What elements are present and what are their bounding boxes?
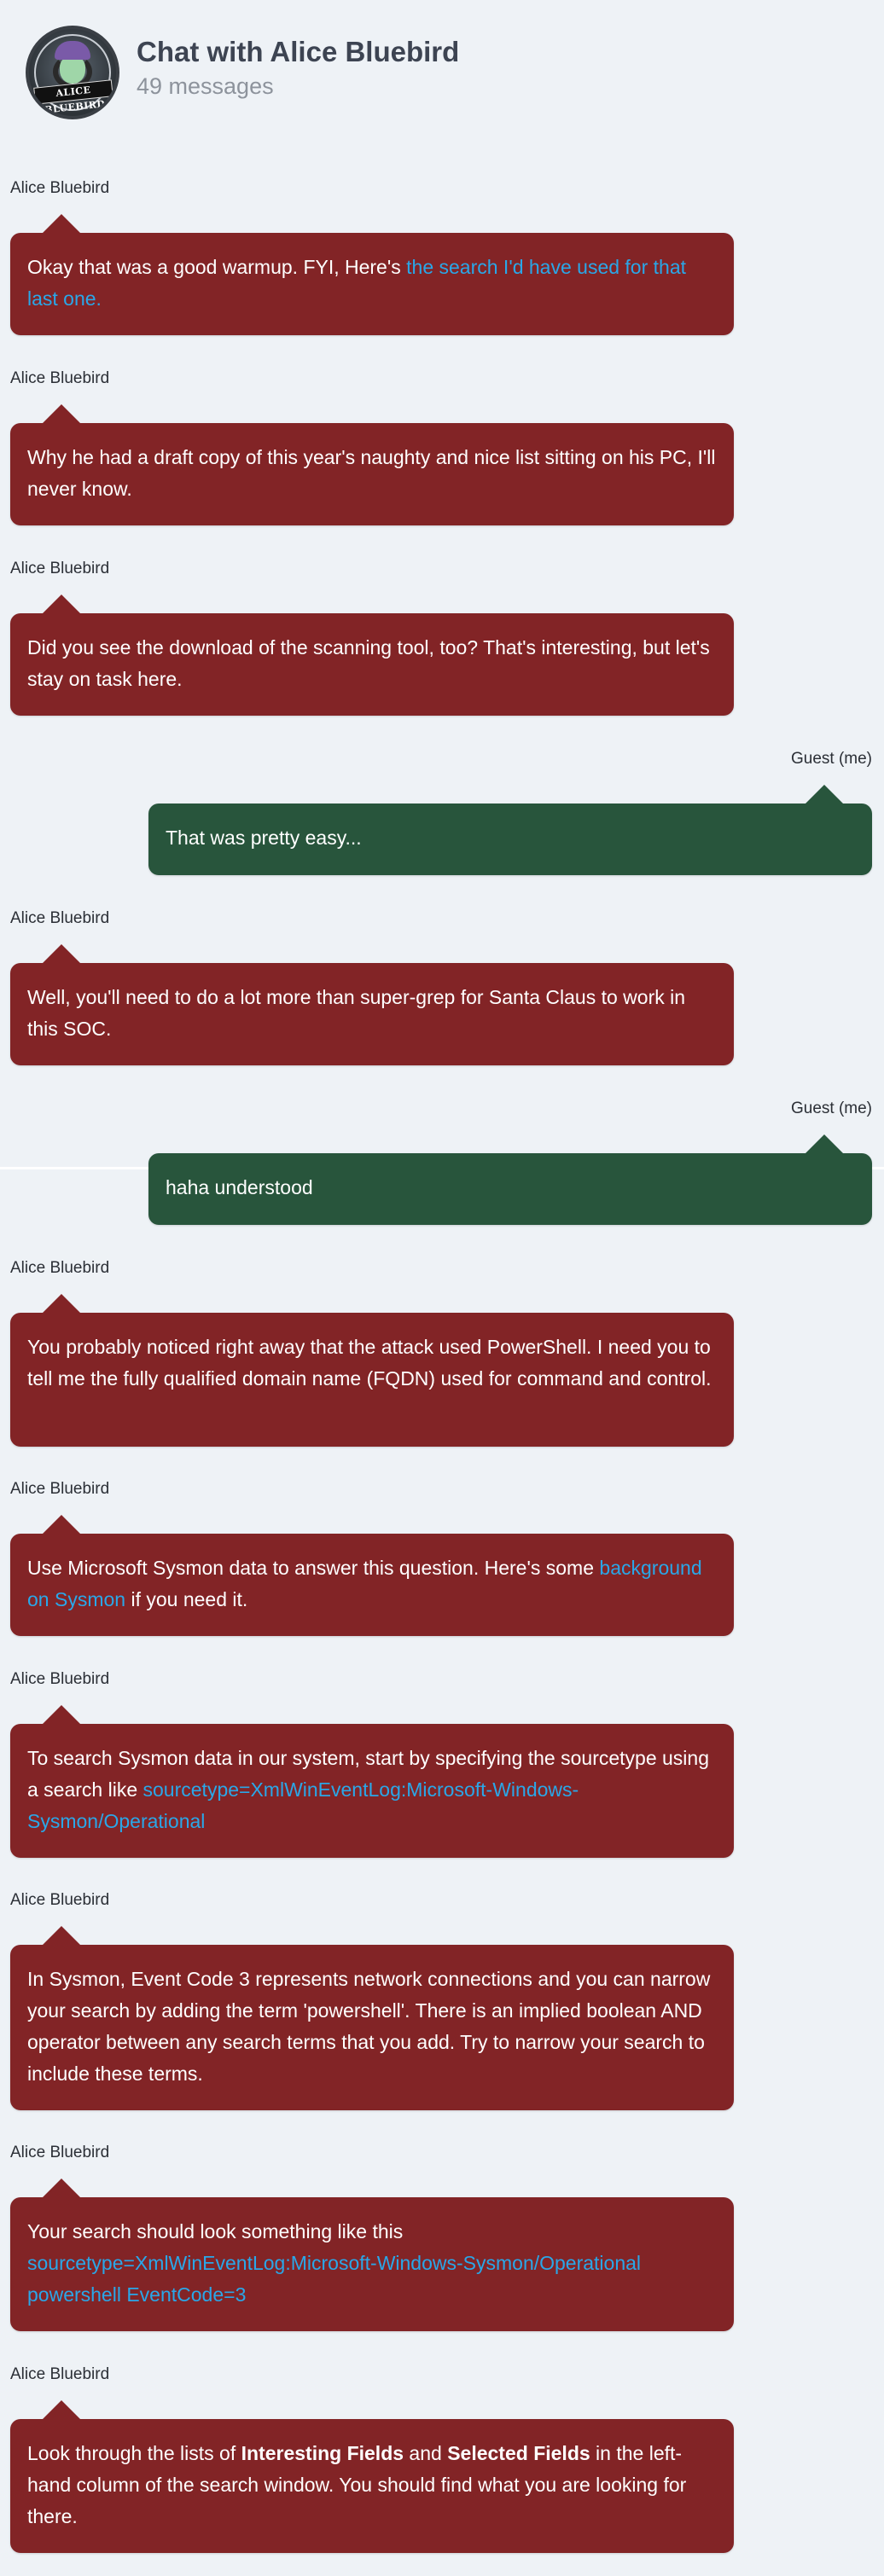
message-bubble: Why he had a draft copy of this year's n… bbox=[10, 404, 734, 525]
message-link[interactable]: sourcetype=XmlWinEventLog:Microsoft-Wind… bbox=[27, 2252, 641, 2306]
message-text: and bbox=[404, 2442, 448, 2464]
message-text: if you need it. bbox=[125, 1588, 248, 1610]
message-bubble: In Sysmon, Event Code 3 represents netwo… bbox=[10, 1926, 734, 2110]
message-bubble: Use Microsoft Sysmon data to answer this… bbox=[10, 1515, 734, 1636]
message-text: That was pretty easy... bbox=[166, 827, 362, 849]
message-sender: Guest (me) bbox=[790, 1099, 872, 1117]
chat-header: ALICE BLUEBIRD Chat with Alice Bluebird … bbox=[0, 0, 884, 145]
message-text: Your search should look something like t… bbox=[27, 2220, 404, 2242]
message-sender: Alice Bluebird bbox=[10, 179, 110, 197]
message-text: Did you see the download of the scanning… bbox=[27, 636, 710, 690]
message-bubble: Your search should look something like t… bbox=[10, 2179, 734, 2331]
message-bubble: Look through the lists of Interesting Fi… bbox=[10, 2400, 734, 2553]
message-sender: Guest (me) bbox=[790, 750, 872, 768]
message-text: haha understood bbox=[166, 1176, 313, 1198]
message-bubble: You probably noticed right away that the… bbox=[10, 1294, 734, 1447]
message-sender: Alice Bluebird bbox=[10, 2144, 110, 2161]
avatar: ALICE BLUEBIRD bbox=[26, 26, 119, 119]
message-sender: Alice Bluebird bbox=[10, 2365, 110, 2383]
message-bubble: Did you see the download of the scanning… bbox=[10, 595, 734, 716]
message-sender: Alice Bluebird bbox=[10, 1259, 110, 1277]
message-bubble: To search Sysmon data in our system, sta… bbox=[10, 1705, 734, 1858]
message-text: Okay that was a good warmup. FYI, Here's bbox=[27, 256, 407, 278]
message-text: In Sysmon, Event Code 3 represents netwo… bbox=[27, 1968, 711, 2085]
message-text: Well, you'll need to do a lot more than … bbox=[27, 986, 686, 1040]
message-bubble: Okay that was a good warmup. FYI, Here's… bbox=[10, 214, 734, 335]
message-sender: Alice Bluebird bbox=[10, 1480, 110, 1498]
page-title: Chat with Alice Bluebird bbox=[137, 36, 460, 67]
message-sender: Alice Bluebird bbox=[10, 560, 110, 577]
message-bubble: Well, you'll need to do a lot more than … bbox=[10, 944, 734, 1065]
avatar-face bbox=[60, 56, 85, 84]
message-sender: Alice Bluebird bbox=[10, 1891, 110, 1909]
message-text: Why he had a draft copy of this year's n… bbox=[27, 446, 716, 500]
message-count: 49 messages bbox=[137, 73, 274, 99]
message-sender: Alice Bluebird bbox=[10, 369, 110, 387]
message-text: Use Microsoft Sysmon data to answer this… bbox=[27, 1557, 600, 1579]
message-sender: Alice Bluebird bbox=[10, 909, 110, 927]
message-bold: Selected Fields bbox=[447, 2442, 590, 2464]
message-text: Look through the lists of bbox=[27, 2442, 241, 2464]
message-sender: Alice Bluebird bbox=[10, 1670, 110, 1688]
message-text: You probably noticed right away that the… bbox=[27, 1336, 712, 1390]
message-bubble: That was pretty easy... bbox=[148, 785, 872, 875]
message-bubble: haha understood bbox=[148, 1134, 872, 1225]
message-bold: Interesting Fields bbox=[241, 2442, 404, 2464]
